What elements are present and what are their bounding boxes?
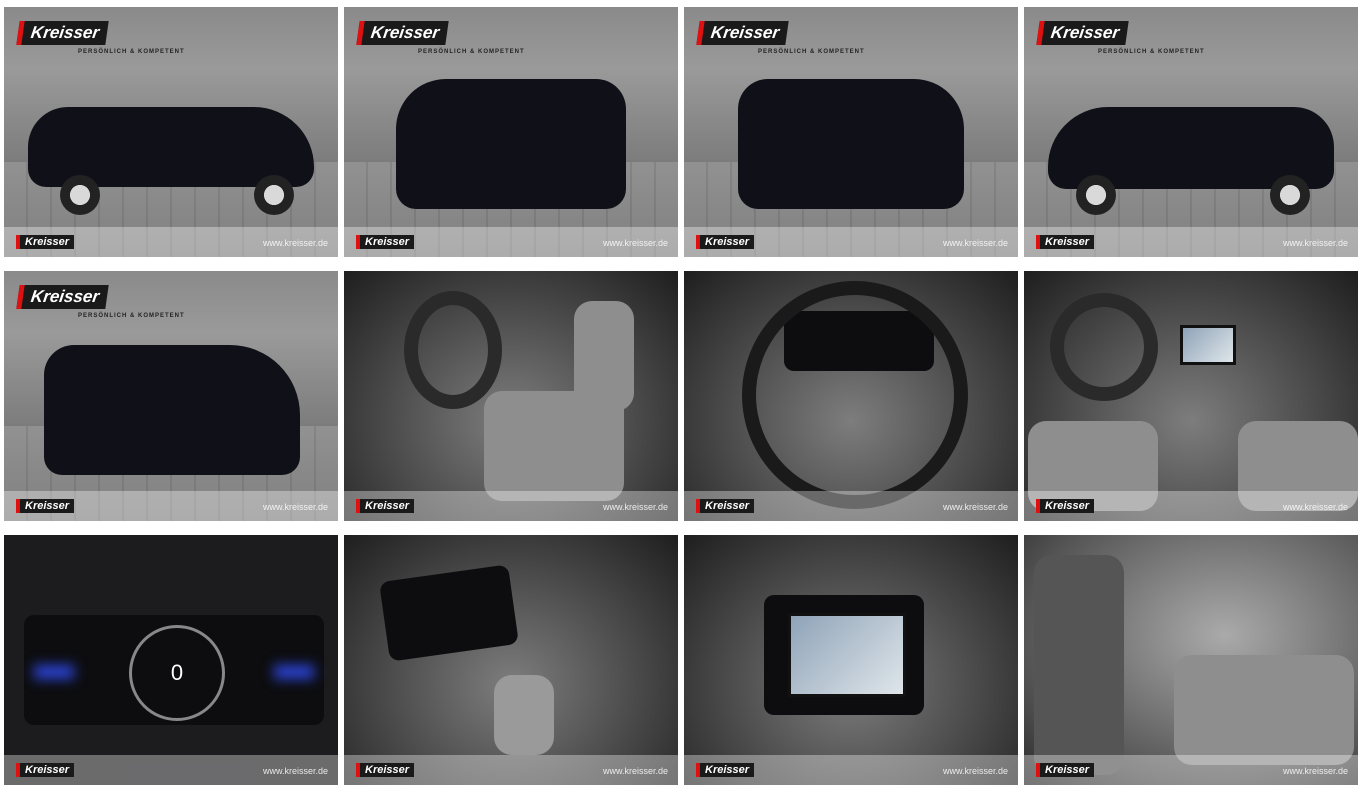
- kreisser-logo-small: Kreisser: [696, 763, 755, 777]
- kreisser-logo: Kreisser PERSÖNLICH & KOMPETENT: [16, 285, 185, 319]
- kreisser-logo: Kreisser PERSÖNLICH & KOMPETENT: [1036, 21, 1205, 55]
- kreisser-logo-small: Kreisser: [696, 499, 755, 513]
- gallery-photo-steering-wheel[interactable]: Kreisser www.kreisser.de: [684, 271, 1018, 521]
- website-watermark: www.kreisser.de: [262, 502, 328, 512]
- gallery-photo-front-left[interactable]: Kreisser PERSÖNLICH & KOMPETENT Kreisser…: [4, 271, 338, 521]
- wheel: [1076, 175, 1116, 215]
- steering-wheel: [1050, 293, 1158, 401]
- website-watermark: www.kreisser.de: [942, 766, 1008, 776]
- gallery-photo-rear-left[interactable]: Kreisser PERSÖNLICH & KOMPETENT Kreisser…: [344, 7, 678, 257]
- wheel: [60, 175, 100, 215]
- website-watermark: www.kreisser.de: [262, 238, 328, 248]
- kreisser-logo-small: Kreisser: [356, 763, 415, 777]
- gallery-photo-rear-seats[interactable]: Kreisser www.kreisser.de: [1024, 535, 1358, 785]
- kreisser-logo-small: Kreisser: [16, 499, 75, 513]
- website-watermark: www.kreisser.de: [1282, 502, 1348, 512]
- seat-backrest: [574, 301, 634, 411]
- kreisser-logo-small: Kreisser: [356, 499, 415, 513]
- website-watermark: www.kreisser.de: [1282, 238, 1348, 248]
- rear-bench: [1174, 655, 1354, 765]
- front-seat: [1034, 555, 1124, 775]
- kreisser-logo-small: Kreisser: [356, 235, 415, 249]
- kreisser-logo-small: Kreisser: [16, 235, 75, 249]
- gallery-photo-side-right[interactable]: Kreisser PERSÖNLICH & KOMPETENT Kreisser…: [1024, 7, 1358, 257]
- navigation-screen: [788, 613, 906, 697]
- wheel: [254, 175, 294, 215]
- car-image: [738, 79, 964, 209]
- website-watermark: www.kreisser.de: [602, 766, 668, 776]
- website-watermark: www.kreisser.de: [942, 502, 1008, 512]
- kreisser-logo-small: Kreisser: [696, 235, 755, 249]
- gallery-photo-navigation[interactable]: Kreisser www.kreisser.de: [684, 535, 1018, 785]
- wheel: [1270, 175, 1310, 215]
- steering-wheel: [742, 281, 968, 509]
- website-watermark: www.kreisser.de: [262, 766, 328, 776]
- gallery-photo-rear-right[interactable]: Kreisser PERSÖNLICH & KOMPETENT Kreisser…: [684, 7, 1018, 257]
- infotainment-screen: [1180, 325, 1236, 365]
- speed-value: 0: [170, 660, 184, 685]
- kreisser-logo-small: Kreisser: [1036, 235, 1095, 249]
- website-watermark: www.kreisser.de: [942, 238, 1008, 248]
- kreisser-logo: Kreisser PERSÖNLICH & KOMPETENT: [16, 21, 185, 55]
- kreisser-logo-small: Kreisser: [1036, 763, 1095, 777]
- website-watermark: www.kreisser.de: [602, 238, 668, 248]
- steering-wheel: [404, 291, 502, 409]
- gallery-photo-side-left[interactable]: Kreisser PERSÖNLICH & KOMPETENT Kreisser…: [4, 7, 338, 257]
- kreisser-logo-small: Kreisser: [16, 763, 75, 777]
- car-image: [396, 79, 626, 209]
- photo-gallery: Kreisser PERSÖNLICH & KOMPETENT Kreisser…: [0, 0, 1365, 785]
- kreisser-logo-small: Kreisser: [1036, 499, 1095, 513]
- gallery-photo-dashboard[interactable]: Kreisser www.kreisser.de: [1024, 271, 1358, 521]
- gallery-photo-driver-seat[interactable]: Kreisser www.kreisser.de: [344, 271, 678, 521]
- kreisser-logo: Kreisser PERSÖNLICH & KOMPETENT: [356, 21, 525, 55]
- gallery-photo-center-console[interactable]: Kreisser www.kreisser.de: [344, 535, 678, 785]
- car-image: [44, 345, 300, 475]
- website-watermark: www.kreisser.de: [1282, 766, 1348, 776]
- gallery-photo-digital-cockpit[interactable]: 0 Kreisser www.kreisser.de: [4, 535, 338, 785]
- speedometer: 0: [129, 625, 225, 721]
- gear-lever: [494, 675, 554, 755]
- kreisser-logo: Kreisser PERSÖNLICH & KOMPETENT: [696, 21, 865, 55]
- website-watermark: www.kreisser.de: [602, 502, 668, 512]
